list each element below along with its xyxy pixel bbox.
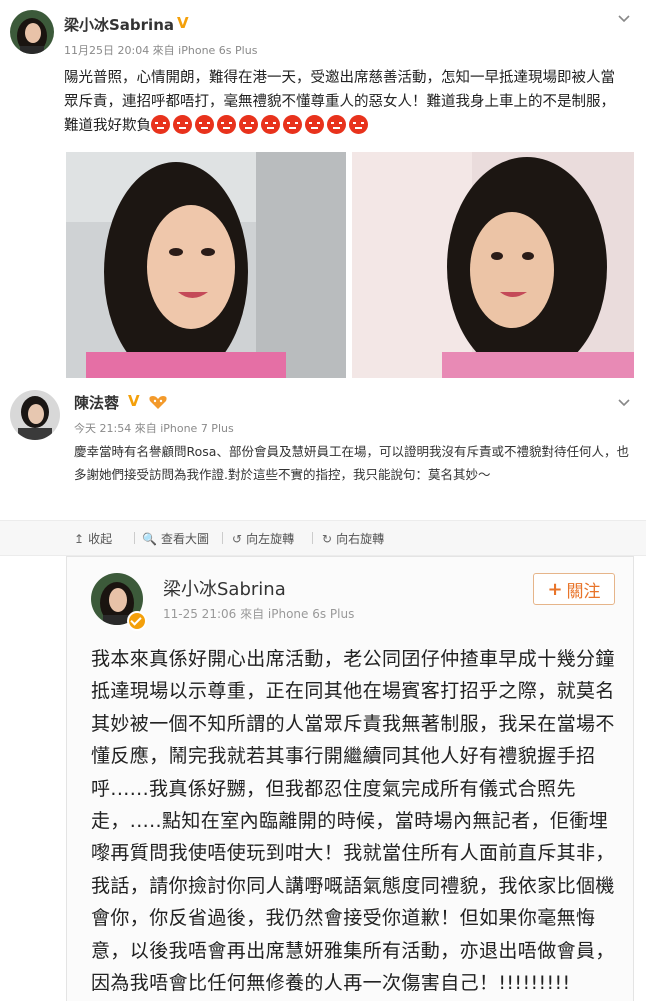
angry-face-icon bbox=[305, 115, 324, 134]
angry-face-icon bbox=[151, 115, 170, 134]
divider bbox=[312, 532, 313, 544]
angry-face-icon bbox=[217, 115, 236, 134]
post-meta: 今天 21:54 來自 iPhone 7 Plus bbox=[74, 422, 234, 435]
rotate-right-icon: ↻ bbox=[322, 531, 333, 546]
weibo-post-chen: 陳法蓉 V 今天 21:54 來自 iPhone 7 Plus 慶幸當時有名譽顧… bbox=[0, 382, 646, 520]
angry-face-icon bbox=[327, 115, 346, 134]
embedded-post-screenshot[interactable]: 梁小冰Sabrina 11-25 21:06 來自 iPhone 6s Plus… bbox=[66, 556, 634, 1001]
angry-face-icon bbox=[173, 115, 192, 134]
view-large-image-button[interactable]: 🔍 查看大圖 bbox=[142, 530, 209, 547]
post-meta: 11-25 21:06 來自 iPhone 6s Plus bbox=[163, 607, 355, 621]
divider bbox=[134, 532, 135, 544]
rotate-right-label: 向右旋轉 bbox=[336, 532, 385, 546]
search-icon: 🔍 bbox=[142, 531, 157, 546]
verified-badge: V bbox=[128, 392, 140, 410]
member-crown-icon bbox=[148, 394, 168, 410]
collapse-icon: ↥ bbox=[74, 531, 85, 546]
angry-face-icon bbox=[195, 115, 214, 134]
chevron-down-icon[interactable] bbox=[616, 10, 632, 26]
rotate-left-button[interactable]: ↺ 向左旋轉 bbox=[232, 530, 294, 547]
follow-button[interactable]: + 關注 bbox=[533, 573, 615, 605]
divider bbox=[222, 532, 223, 544]
post-body: 慶幸當時有名譽顧問Rosa、部份會員及慧妍員工在場，可以證明我沒有斥責或不禮貌對… bbox=[74, 444, 629, 482]
follow-label: 關注 bbox=[566, 581, 601, 602]
angry-face-icon bbox=[349, 115, 368, 134]
post-meta: 11月25日 20:04 來自 iPhone 6s Plus bbox=[64, 44, 258, 57]
user-name[interactable]: 梁小冰Sabrina bbox=[64, 14, 174, 35]
post-photo-1[interactable] bbox=[66, 152, 346, 378]
avatar[interactable] bbox=[10, 10, 54, 54]
view-large-label: 查看大圖 bbox=[160, 532, 209, 546]
verified-badge bbox=[127, 611, 147, 631]
plus-icon: + bbox=[547, 578, 563, 600]
image-action-bar: ↥ 收起 🔍 查看大圖 ↺ 向左旋轉 ↻ 向右旋轉 bbox=[0, 520, 646, 556]
angry-face-icon bbox=[239, 115, 258, 134]
angry-face-icon bbox=[283, 115, 302, 134]
avatar[interactable] bbox=[10, 390, 60, 440]
rotate-left-label: 向左旋轉 bbox=[246, 532, 295, 546]
emoji-row bbox=[151, 115, 371, 134]
collapse-label: 收起 bbox=[88, 532, 113, 546]
post-body: 我本來真係好開心出席活動，老公同囝仔仲揸車早成十幾分鐘抵達現場以示尊重，正在同其… bbox=[91, 648, 615, 995]
rotate-right-button[interactable]: ↻ 向右旋轉 bbox=[322, 530, 384, 547]
rotate-left-icon: ↺ bbox=[232, 531, 243, 546]
post-photo-2[interactable] bbox=[352, 152, 634, 378]
user-name[interactable]: 陳法蓉 bbox=[74, 392, 119, 413]
post-text: 陽光普照，心情開朗，難得在港一天，受邀出席慈善活動，怎知一早抵達現場即被人當眾斥… bbox=[64, 66, 624, 138]
collapse-button[interactable]: ↥ 收起 bbox=[74, 530, 112, 547]
user-name: 梁小冰Sabrina bbox=[163, 579, 286, 600]
angry-face-icon bbox=[261, 115, 280, 134]
weibo-post-sabrina: 梁小冰Sabrina V 11月25日 20:04 來自 iPhone 6s P… bbox=[0, 0, 646, 382]
chevron-down-icon[interactable] bbox=[616, 394, 632, 410]
verified-badge: V bbox=[177, 14, 189, 32]
